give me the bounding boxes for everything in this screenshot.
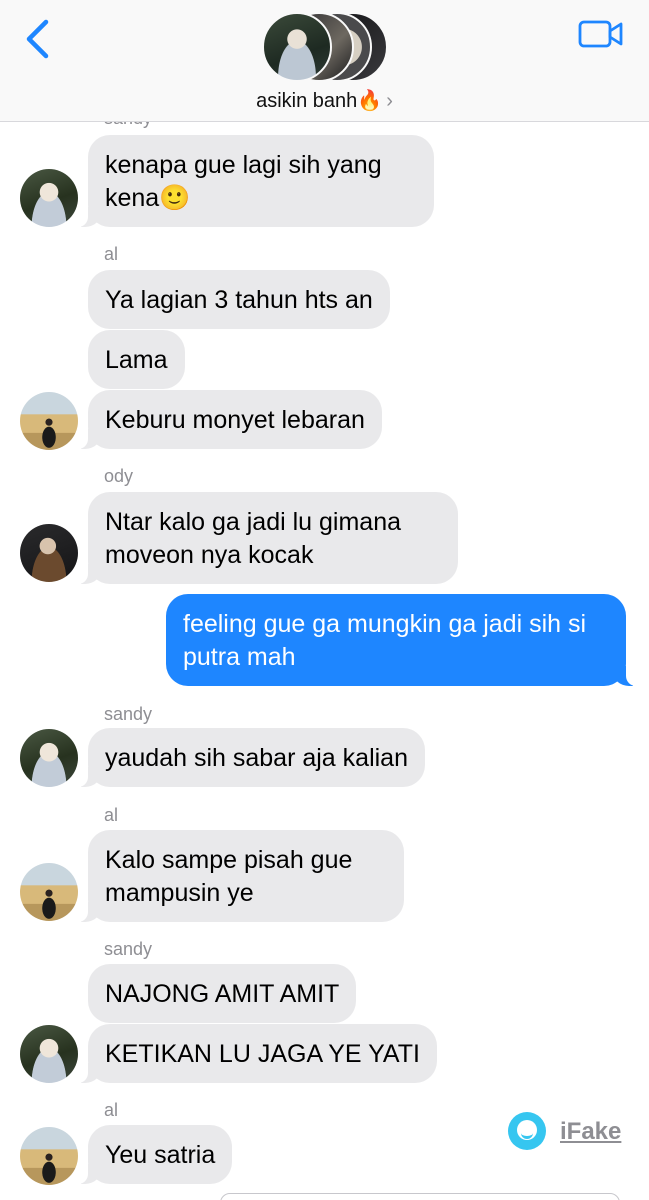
sender-name: al [104, 1100, 119, 1120]
incoming-message-bubble[interactable]: Keburu monyet lebaran [76, 390, 382, 449]
message-text: NAJONG AMIT AMIT [105, 980, 340, 1008]
sender-name: sandy [104, 704, 153, 724]
chat-header: asikin banh🔥 › [0, 0, 649, 122]
outgoing-message-bubble[interactable]: feeling gue ga mungkin ga jadi sih si pu… [166, 594, 638, 686]
avatar-sandy[interactable] [20, 729, 78, 787]
group-avatar [262, 12, 332, 82]
message-text: Keburu monyet lebaran [105, 406, 365, 434]
ifake-watermark: iFake [508, 1112, 628, 1152]
sender-name: sandy [104, 939, 153, 959]
message-text: Ntar kalo ga jadi lu gimana moveon nya k… [105, 508, 401, 569]
message-text: kenapa gue lagi sih yang kena🙂 [105, 151, 382, 212]
watermark-text: iFake [560, 1118, 622, 1145]
incoming-message-bubble[interactable]: NAJONG AMIT AMIT [88, 964, 357, 1023]
incoming-message-bubble[interactable]: Ya lagian 3 tahun hts an [88, 270, 390, 329]
incoming-message-bubble[interactable]: yaudah sih sabar aja kalian [76, 728, 425, 787]
avatar-ody[interactable] [20, 524, 78, 582]
incoming-message-bubble[interactable]: KETIKAN LU JAGA YE YATI [76, 1024, 437, 1083]
avatar-al[interactable] [20, 863, 78, 921]
chevron-right-icon: › [386, 90, 393, 112]
video-camera-icon[interactable] [578, 18, 624, 50]
incoming-message-bubble[interactable]: Kalo sampe pisah gue mampusin ye [76, 830, 404, 922]
avatar-al[interactable] [20, 392, 78, 450]
message-text: yaudah sih sabar aja kalian [105, 744, 408, 772]
incoming-message-bubble[interactable]: kenapa gue lagi sih yang kena🙂 [76, 135, 434, 227]
sender-name: sandy [104, 122, 152, 129]
smiley-logo-icon [508, 1112, 546, 1150]
message-list[interactable]: sandy kenapa gue lagi sih yang kena🙂 al … [0, 122, 649, 1200]
message-input-field[interactable] [220, 1193, 620, 1200]
avatar-sandy[interactable] [20, 169, 78, 227]
message-text: Ya lagian 3 tahun hts an [105, 286, 373, 314]
group-name[interactable]: asikin banh🔥 [256, 90, 382, 112]
message-text: feeling gue ga mungkin ga jadi sih si pu… [183, 610, 587, 671]
group-name-row[interactable]: asikin banh🔥 › [0, 88, 649, 113]
incoming-message-bubble[interactable]: Lama [88, 330, 185, 389]
message-text: Yeu satria [105, 1141, 216, 1169]
avatar-al[interactable] [20, 1127, 78, 1185]
group-avatar-stack[interactable] [262, 12, 388, 84]
incoming-message-bubble[interactable]: Ntar kalo ga jadi lu gimana moveon nya k… [76, 492, 458, 584]
message-text: Lama [105, 346, 168, 374]
sender-name: ody [104, 466, 134, 486]
message-text: KETIKAN LU JAGA YE YATI [105, 1040, 420, 1068]
sender-name: al [104, 805, 119, 825]
incoming-message-bubble[interactable]: Yeu satria [75, 1125, 233, 1184]
avatar-sandy[interactable] [20, 1025, 78, 1083]
sender-name: al [104, 244, 119, 264]
back-chevron-icon[interactable] [20, 18, 56, 60]
message-text: Kalo sampe pisah gue mampusin ye [105, 846, 353, 907]
